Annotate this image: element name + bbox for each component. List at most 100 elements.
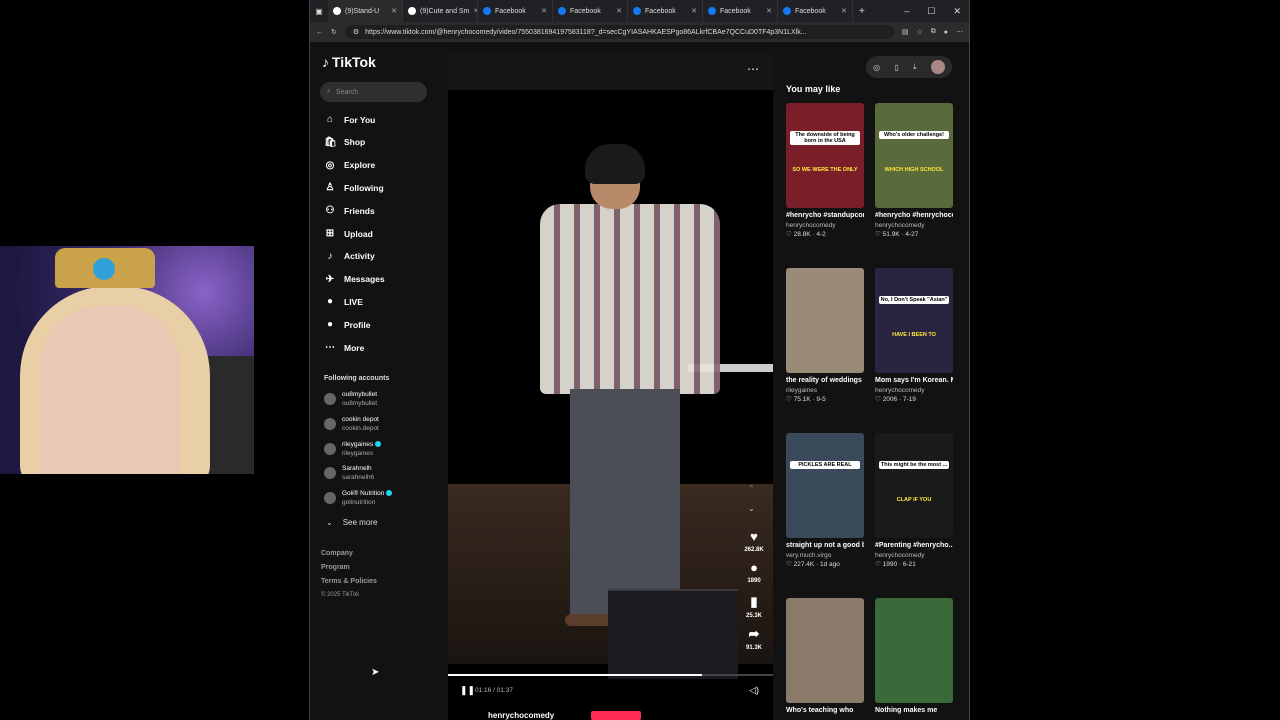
browser-tab[interactable]: Facebook ✕ — [478, 0, 553, 22]
close-tab-icon[interactable]: ✕ — [691, 7, 697, 15]
thumb-caption-bottom: CLAP IF YOU — [896, 497, 932, 503]
progress-bar[interactable] — [448, 674, 773, 676]
video-thumbnail[interactable]: Who's older challenge! WHICH HIGH SCHOOL — [875, 103, 953, 208]
nav-item-activity[interactable]: ♪ Activity — [324, 251, 375, 262]
video-thumbnail[interactable]: No, I Don't Speak "Asian" HAVE I BEEN TO — [875, 268, 953, 373]
back-icon[interactable]: ← — [316, 29, 323, 36]
avatar[interactable] — [930, 60, 945, 74]
close-tab-icon[interactable]: ✕ — [391, 7, 397, 15]
browser-tab[interactable]: Facebook ✕ — [553, 0, 628, 22]
following-account[interactable]: ou8mybullet ou8mybullet — [324, 390, 377, 408]
card-author[interactable]: rileygaines — [786, 387, 864, 394]
nav-item-explore[interactable]: ◎ Explore — [324, 160, 376, 171]
chevron-up-icon[interactable]: ⌃ — [748, 484, 755, 493]
tiktok-icon: ♪ — [322, 54, 329, 70]
card-author[interactable]: henrychocomedy — [875, 387, 953, 394]
search-input[interactable]: ⌕ Search — [320, 82, 427, 102]
nav-label: Following — [344, 182, 384, 193]
nav-item-following[interactable]: ♙ Following — [324, 182, 384, 193]
timecode: 01:16 / 01:37 — [475, 687, 513, 694]
follow-button[interactable] — [591, 711, 641, 720]
browser-tab[interactable]: (9)Stand-U ✕ — [328, 0, 403, 22]
video-thumbnail[interactable]: The downside of being born in the USA SO … — [786, 103, 864, 208]
following-account[interactable]: cookin depot cookin.depot — [324, 415, 379, 433]
tiktok-logo[interactable]: ♪ TikTok — [322, 54, 376, 70]
more-options-icon[interactable]: ⋯ — [747, 62, 759, 76]
close-window-icon[interactable]: ✕ — [953, 6, 961, 17]
profile-icon-browser[interactable]: ● — [944, 29, 948, 36]
share-button[interactable]: ➦ 91.3K — [740, 626, 768, 651]
new-tab-button[interactable]: + — [853, 6, 871, 17]
minimize-icon[interactable]: – — [904, 6, 909, 17]
following-account[interactable]: Sarahnelh sarahnelh6 — [324, 464, 374, 482]
thumb-caption: This might be the most ... — [879, 461, 949, 469]
recommended-video-card[interactable]: Who's older challenge! WHICH HIGH SCHOOL … — [875, 103, 953, 238]
video-thumbnail[interactable] — [786, 598, 864, 703]
coins-icon[interactable]: ◎ — [873, 63, 880, 72]
recommended-video-card[interactable]: Nothing makes me — [875, 598, 953, 715]
browser-tab[interactable]: Facebook ✕ — [778, 0, 853, 22]
close-tab-icon[interactable]: ✕ — [841, 7, 847, 15]
recommended-video-card[interactable]: No, I Don't Speak "Asian" HAVE I BEEN TO … — [875, 268, 953, 403]
video-thumbnail[interactable] — [875, 598, 953, 703]
progress-fill — [448, 674, 702, 676]
recommended-video-card[interactable]: The downside of being born in the USA SO … — [786, 103, 864, 238]
video-player[interactable]: ⋯ ⌃ ⌄ ♥ 262.8K ● 1890 ▮ 25.3K ➦ 91.3K ❚❚… — [448, 54, 773, 720]
refresh-icon[interactable]: ↻ — [331, 28, 337, 36]
see-more-button[interactable]: ⌄ See more — [326, 518, 377, 527]
nav-item-live[interactable]: ● LIVE — [324, 296, 363, 307]
recommended-video-card[interactable]: PICKLES ARE REAL straight up not a good … — [786, 433, 864, 568]
tab-actions-icon[interactable]: ▣ — [310, 7, 328, 16]
nav-item-messages[interactable]: ✈ Messages — [324, 274, 385, 285]
top-right-toolbar: ◎ ▯ ⤓ — [866, 56, 952, 78]
comment-button[interactable]: ● 1890 — [740, 560, 768, 584]
video-author[interactable]: henrychocomedy — [488, 711, 554, 720]
browser-tab[interactable]: Facebook ✕ — [628, 0, 703, 22]
footer-terms[interactable]: Terms & Policies — [321, 578, 377, 585]
nav-item-profile[interactable]: ● Profile — [324, 319, 370, 330]
browser-tab[interactable]: Facebook ✕ — [703, 0, 778, 22]
reader-icon[interactable]: ▤ — [902, 28, 909, 36]
chevron-down-icon: ⌄ — [326, 518, 333, 527]
download-icon[interactable]: ⤓ — [913, 62, 917, 72]
favorite-icon[interactable]: ☆ — [916, 28, 922, 36]
video-thumbnail[interactable]: This might be the most ... CLAP IF YOU — [875, 433, 953, 538]
like-button[interactable]: ♥ 262.8K — [740, 529, 768, 553]
close-tab-icon[interactable]: ✕ — [766, 7, 772, 15]
video-thumbnail[interactable]: PICKLES ARE REAL — [786, 433, 864, 538]
card-author[interactable]: very.much.virgo — [786, 552, 864, 559]
recommended-video-card[interactable]: This might be the most ... CLAP IF YOU #P… — [875, 433, 953, 568]
volume-icon[interactable]: ◁) — [749, 685, 759, 696]
nav-item-friends[interactable]: ⚇ Friends — [324, 205, 375, 216]
nav-item-more[interactable]: ⋯ More — [324, 342, 364, 353]
video-thumbnail[interactable] — [786, 268, 864, 373]
nav-item-upload[interactable]: ⊞ Upload — [324, 228, 373, 239]
site-info-icon[interactable]: ⚙ — [353, 28, 359, 36]
close-tab-icon[interactable]: ✕ — [616, 7, 622, 15]
recommended-video-card[interactable]: the reality of weddings at ~38... rileyga… — [786, 268, 864, 403]
footer-program[interactable]: Program — [321, 564, 350, 571]
following-account[interactable]: rileygaines rileygaines — [324, 440, 381, 458]
pause-icon[interactable]: ❚❚ — [460, 685, 475, 696]
upload-icon: ⊞ — [325, 228, 335, 239]
extensions-icon[interactable]: ⧉ — [931, 28, 936, 36]
url-text: https://www.tiktok.com/@henrychocomedy/v… — [365, 28, 807, 36]
card-author[interactable]: henrychocomedy — [875, 222, 953, 229]
close-tab-icon[interactable]: ✕ — [541, 7, 547, 15]
following-account[interactable]: Goli® Nutrition golinutrition — [324, 489, 393, 507]
card-author[interactable]: henrychocomedy — [786, 222, 864, 229]
nav-label: Shop — [344, 137, 366, 148]
account-avatar — [324, 467, 336, 480]
card-author[interactable]: henrychocomedy — [875, 552, 953, 559]
address-bar[interactable]: ⚙ https://www.tiktok.com/@henrychocomedy… — [344, 25, 894, 39]
browser-tab[interactable]: (9)Cute and Sm ✕ — [403, 0, 478, 22]
footer-company[interactable]: Company — [321, 550, 353, 557]
maximize-icon[interactable]: ☐ — [927, 6, 935, 17]
nav-item-shop[interactable]: 🛍 Shop — [324, 137, 365, 148]
device-icon[interactable]: ▯ — [894, 63, 898, 72]
recommended-video-card[interactable]: Who's teaching who — [786, 598, 864, 715]
nav-item-for-you[interactable]: ⌂ For You — [324, 114, 375, 125]
save-button[interactable]: ▮ 25.3K — [740, 594, 768, 619]
menu-icon[interactable]: ⋯ — [956, 28, 963, 36]
chevron-down-nav-icon[interactable]: ⌄ — [748, 504, 755, 513]
